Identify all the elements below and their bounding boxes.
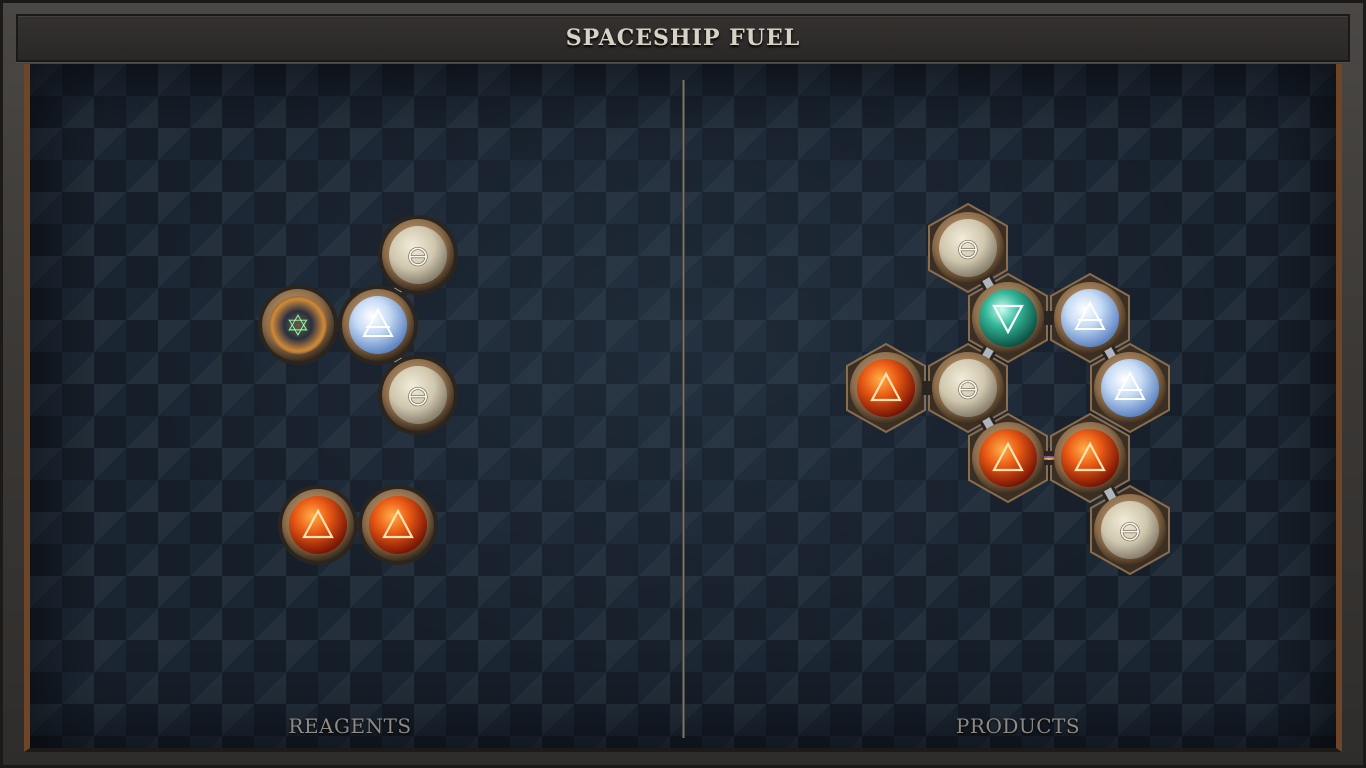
- fire-atom: [1054, 422, 1126, 494]
- products-label: PRODUCTS: [955, 714, 1081, 738]
- quintessence-atom: ✡: [258, 285, 338, 365]
- salt-symbol-icon: ⊖: [955, 372, 980, 407]
- salt-atom: ⊖: [378, 355, 458, 435]
- salt-atom: ⊖: [1094, 494, 1166, 566]
- salt-symbol-icon: ⊖: [405, 239, 430, 274]
- fire-atom: [358, 485, 438, 565]
- salt-symbol-icon: ⊖: [1117, 514, 1142, 549]
- fire-atom: [972, 422, 1044, 494]
- quintessence-symbol-icon: ✡: [285, 309, 310, 344]
- molecule-canvas: ⊖ ✡ ⊖ ⊖ ⊖ ⊖: [258, 202, 1170, 576]
- air-atom: [1094, 352, 1166, 424]
- water-atom: [972, 282, 1044, 354]
- fire-atom: [850, 352, 922, 424]
- salt-atom: ⊖: [932, 212, 1004, 284]
- air-atom: [338, 285, 418, 365]
- fire-atom: [278, 485, 358, 565]
- salt-symbol-icon: ⊖: [405, 379, 430, 414]
- reagents-label: REAGENTS: [288, 714, 412, 738]
- salt-atom: ⊖: [932, 352, 1004, 424]
- salt-symbol-icon: ⊖: [955, 232, 980, 267]
- salt-atom: ⊖: [378, 215, 458, 295]
- air-atom: [1054, 282, 1126, 354]
